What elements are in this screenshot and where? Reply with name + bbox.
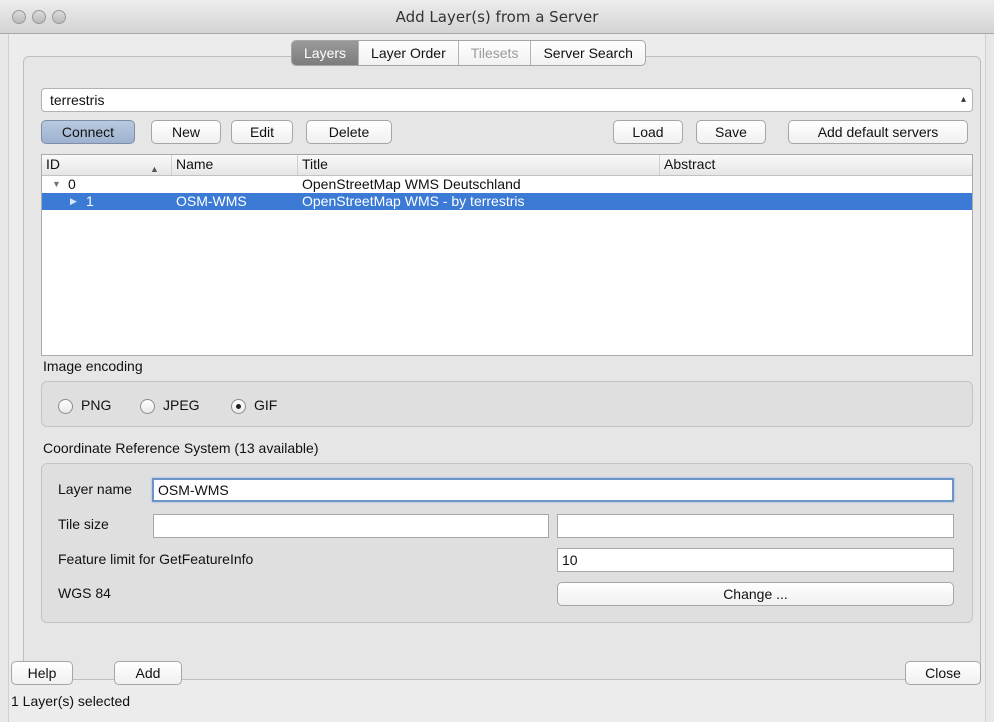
crs-name: WGS 84 [58,585,111,601]
crs-group: Layer name OSM-WMS Tile size Feature lim… [41,463,973,623]
add-button[interactable]: Add [114,661,182,685]
radio-png-label[interactable]: PNG [81,397,111,413]
layer-name-label: Layer name [58,481,132,497]
tab-layer-order[interactable]: Layer Order [359,41,459,65]
collapsed-triangle-icon[interactable]: ▶ [70,193,77,209]
crs-label: Coordinate Reference System (13 availabl… [43,440,319,456]
dialog-content: Layers Layer Order Tilesets Server Searc… [8,34,986,722]
table-header: ID ▲ Name Title Abstract [42,155,972,176]
updown-arrows-icon: ▴ [960,94,966,105]
table-row[interactable]: ▶ 1 OSM-WMS OpenStreetMap WMS - by terre… [42,193,972,210]
tile-height-input[interactable] [557,514,954,538]
tab-server-search[interactable]: Server Search [531,41,644,65]
feature-limit-label: Feature limit for GetFeatureInfo [58,551,254,567]
tile-size-label: Tile size [58,516,109,532]
tab-layers[interactable]: Layers [292,41,360,65]
load-button[interactable]: Load [613,120,683,144]
column-header-id[interactable]: ID ▲ [42,155,172,175]
connect-button[interactable]: Connect [41,120,135,144]
row-id: 1 [86,193,94,209]
title-bar: Add Layer(s) from a Server [0,0,994,34]
column-header-name[interactable]: Name [172,155,298,175]
row-name: OSM-WMS [176,193,247,209]
column-header-title[interactable]: Title [298,155,660,175]
feature-limit-input[interactable]: 10 [557,548,954,572]
row-id: 0 [68,176,76,192]
tab-bar: Layers Layer Order Tilesets Server Searc… [291,40,646,66]
table-row[interactable]: ▼ 0 OpenStreetMap WMS Deutschland [42,176,972,193]
radio-selected-dot-icon [236,404,241,409]
edit-button[interactable]: Edit [231,120,293,144]
add-default-servers-button[interactable]: Add default servers [788,120,968,144]
server-select-value: terrestris [50,92,105,108]
radio-gif[interactable] [231,399,246,414]
layer-name-input[interactable]: OSM-WMS [152,478,954,502]
radio-jpeg[interactable] [140,399,155,414]
radio-jpeg-label[interactable]: JPEG [163,397,200,413]
tab-tilesets: Tilesets [459,41,532,65]
image-encoding-label: Image encoding [43,358,143,374]
column-header-abstract[interactable]: Abstract [660,155,972,175]
help-button[interactable]: Help [11,661,73,685]
row-title: OpenStreetMap WMS Deutschland [302,176,521,192]
status-text: 1 Layer(s) selected [11,693,131,709]
row-title: OpenStreetMap WMS - by terrestris [302,193,525,209]
server-select[interactable]: terrestris ▴ [41,88,973,112]
new-button[interactable]: New [151,120,221,144]
change-crs-button[interactable]: Change ... [557,582,954,606]
radio-png[interactable] [58,399,73,414]
tile-width-input[interactable] [153,514,549,538]
expanded-triangle-icon[interactable]: ▼ [52,176,61,192]
window-title: Add Layer(s) from a Server [395,8,599,26]
save-button[interactable]: Save [696,120,766,144]
delete-button[interactable]: Delete [306,120,392,144]
close-button[interactable]: Close [905,661,981,685]
layers-table[interactable]: ID ▲ Name Title Abstract ▼ 0 OpenStreetM… [41,154,973,356]
image-encoding-group: PNG JPEG GIF [41,381,973,427]
radio-gif-label[interactable]: GIF [254,397,277,413]
